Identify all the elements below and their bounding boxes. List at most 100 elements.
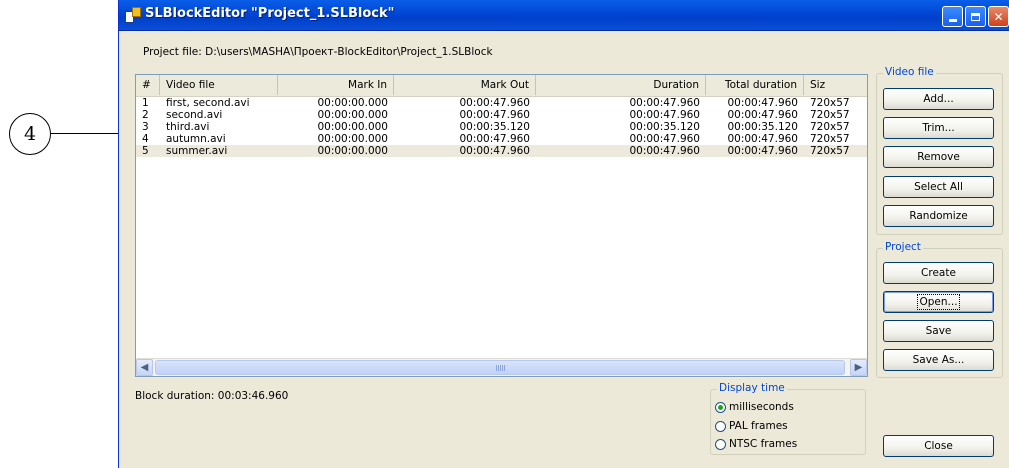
cell-total-duration: 00:00:47.960: [727, 109, 798, 121]
column-header-mark-in[interactable]: Mark In: [278, 75, 394, 95]
cell-mark-out: 00:00:47.960: [459, 145, 530, 157]
save-as-button[interactable]: Save As...: [883, 349, 994, 371]
table-row[interactable]: 5 summer.avi 00:00:00.000 00:00:47.960 00:00…: [136, 145, 867, 157]
scroll-left-button[interactable]: ◀: [136, 359, 153, 376]
cell-video-file: third.avi: [166, 121, 210, 133]
project-group-title: Project: [883, 241, 923, 253]
list-header: # Video file Mark In Mark Out Duration T…: [136, 75, 867, 97]
cell-total-duration: 00:00:47.960: [727, 97, 798, 109]
scrollbar-thumb[interactable]: [155, 360, 845, 375]
remove-button-label: Remove: [917, 151, 960, 163]
randomize-button[interactable]: Randomize: [883, 205, 994, 227]
add-button[interactable]: Add...: [883, 88, 994, 110]
radio-pal-frames[interactable]: PAL frames: [715, 418, 788, 434]
radio-ntsc-frames[interactable]: NTSC frames: [715, 436, 797, 452]
cell-video-file: first, second.avi: [166, 97, 250, 109]
minimize-icon: [948, 19, 957, 22]
cell-size: 720x57: [810, 97, 850, 109]
save-as-button-label: Save As...: [912, 354, 965, 366]
cell-number: 1: [142, 97, 149, 109]
project-file-label: Project file:: [143, 46, 202, 58]
maximize-button[interactable]: [965, 6, 986, 27]
column-header-size[interactable]: Siz: [804, 75, 867, 95]
table-row[interactable]: 4 autumn.avi 00:00:00.000 00:00:47.960 00:00…: [136, 133, 867, 145]
cell-mark-out: 00:00:47.960: [459, 109, 530, 121]
trim-button-label: Trim...: [922, 122, 955, 134]
column-header-total-duration[interactable]: Total duration: [706, 75, 804, 95]
callout-number-text: 4: [23, 123, 37, 145]
cell-number: 3: [142, 121, 149, 133]
select-all-button-label: Select All: [914, 181, 963, 193]
cell-duration: 00:00:35.120: [629, 121, 700, 133]
radio-ntsc-frames-icon: [715, 438, 726, 450]
column-header-video-file[interactable]: Video file: [160, 75, 278, 95]
cell-total-duration: 00:00:35.120: [727, 121, 798, 133]
radio-milliseconds-label: milliseconds: [729, 401, 794, 413]
column-header-mark-out[interactable]: Mark Out: [394, 75, 536, 95]
open-button[interactable]: Open...: [883, 291, 994, 313]
cell-number: 5: [142, 145, 149, 157]
cell-mark-in: 00:00:00.000: [317, 109, 388, 121]
cell-size: 720x57: [810, 121, 850, 133]
close-icon: ✕: [993, 9, 1004, 24]
horizontal-scrollbar[interactable]: ◀ ▶: [136, 358, 867, 376]
cell-size: 720x57: [810, 145, 850, 157]
create-button[interactable]: Create: [883, 262, 994, 284]
cell-size: 720x57: [810, 133, 850, 145]
minimize-button[interactable]: [942, 6, 963, 27]
app-window: SLBlockEditor "Project_1.SLBlock" ✕ Proj…: [118, 0, 1009, 468]
radio-pal-frames-label: PAL frames: [729, 420, 788, 432]
maximize-icon: [971, 12, 980, 21]
table-row[interactable]: 3 third.avi 00:00:00.000 00:00:35.120 00:00:…: [136, 121, 867, 133]
block-duration: Block duration: 00:03:46.960: [135, 390, 289, 402]
radio-milliseconds-icon: [715, 401, 726, 413]
save-button[interactable]: Save: [883, 320, 994, 342]
radio-ntsc-frames-label: NTSC frames: [729, 438, 798, 450]
cell-duration: 00:00:47.960: [629, 133, 700, 145]
display-time-group-title: Display time: [717, 382, 787, 394]
cell-number: 4: [142, 133, 149, 145]
table-row[interactable]: 2 second.avi 00:00:00.000 00:00:47.960 00:00…: [136, 109, 867, 121]
scroll-left-icon: ◀: [140, 362, 149, 373]
cell-mark-out: 00:00:47.960: [459, 133, 530, 145]
cell-mark-in: 00:00:00.000: [317, 121, 388, 133]
video-file-group-title: Video file: [883, 66, 936, 78]
table-row[interactable]: 1 first, second.avi 00:00:00.000 00:00:47.9…: [136, 97, 867, 109]
callout-number: 4: [9, 113, 51, 155]
cell-mark-in: 00:00:00.000: [317, 97, 388, 109]
cell-total-duration: 00:00:47.960: [727, 133, 798, 145]
trim-button[interactable]: Trim...: [883, 117, 994, 139]
randomize-button-label: Randomize: [909, 210, 968, 222]
cell-size: 720x57: [810, 109, 850, 121]
select-all-button[interactable]: Select All: [883, 176, 994, 198]
close-button[interactable]: Close: [883, 435, 994, 457]
radio-pal-frames-icon: [715, 420, 726, 432]
column-header-duration[interactable]: Duration: [536, 75, 706, 95]
radio-milliseconds[interactable]: milliseconds: [715, 399, 794, 415]
create-button-label: Create: [921, 267, 956, 279]
app-icon: [125, 7, 141, 23]
video-file-list[interactable]: # Video file Mark In Mark Out Duration T…: [135, 74, 868, 377]
project-file-info: Project file: D:\users\MASHA\Проект-Bloc…: [143, 46, 493, 58]
cell-number: 2: [142, 109, 149, 121]
scroll-right-button[interactable]: ▶: [850, 359, 867, 376]
cell-mark-out: 00:00:35.120: [459, 121, 530, 133]
cell-duration: 00:00:47.960: [629, 109, 700, 121]
cell-mark-out: 00:00:47.960: [459, 97, 530, 109]
cell-duration: 00:00:47.960: [629, 145, 700, 157]
title-bar[interactable]: SLBlockEditor "Project_1.SLBlock" ✕: [119, 0, 1009, 31]
close-window-button[interactable]: ✕: [988, 6, 1009, 27]
close-button-label: Close: [924, 440, 953, 452]
scroll-right-icon: ▶: [854, 362, 863, 373]
cell-duration: 00:00:47.960: [629, 97, 700, 109]
cell-mark-in: 00:00:00.000: [317, 145, 388, 157]
open-button-label: Open...: [917, 294, 960, 310]
scrollbar-grip-icon: [496, 365, 505, 371]
window-title: SLBlockEditor "Project_1.SLBlock": [145, 6, 395, 21]
column-header-number[interactable]: #: [136, 75, 160, 95]
project-file-path: D:\users\MASHA\Проект-BlockEditor\Projec…: [205, 46, 493, 58]
add-button-label: Add...: [923, 93, 954, 105]
save-button-label: Save: [925, 325, 952, 337]
remove-button[interactable]: Remove: [883, 146, 994, 168]
cell-mark-in: 00:00:00.000: [317, 133, 388, 145]
